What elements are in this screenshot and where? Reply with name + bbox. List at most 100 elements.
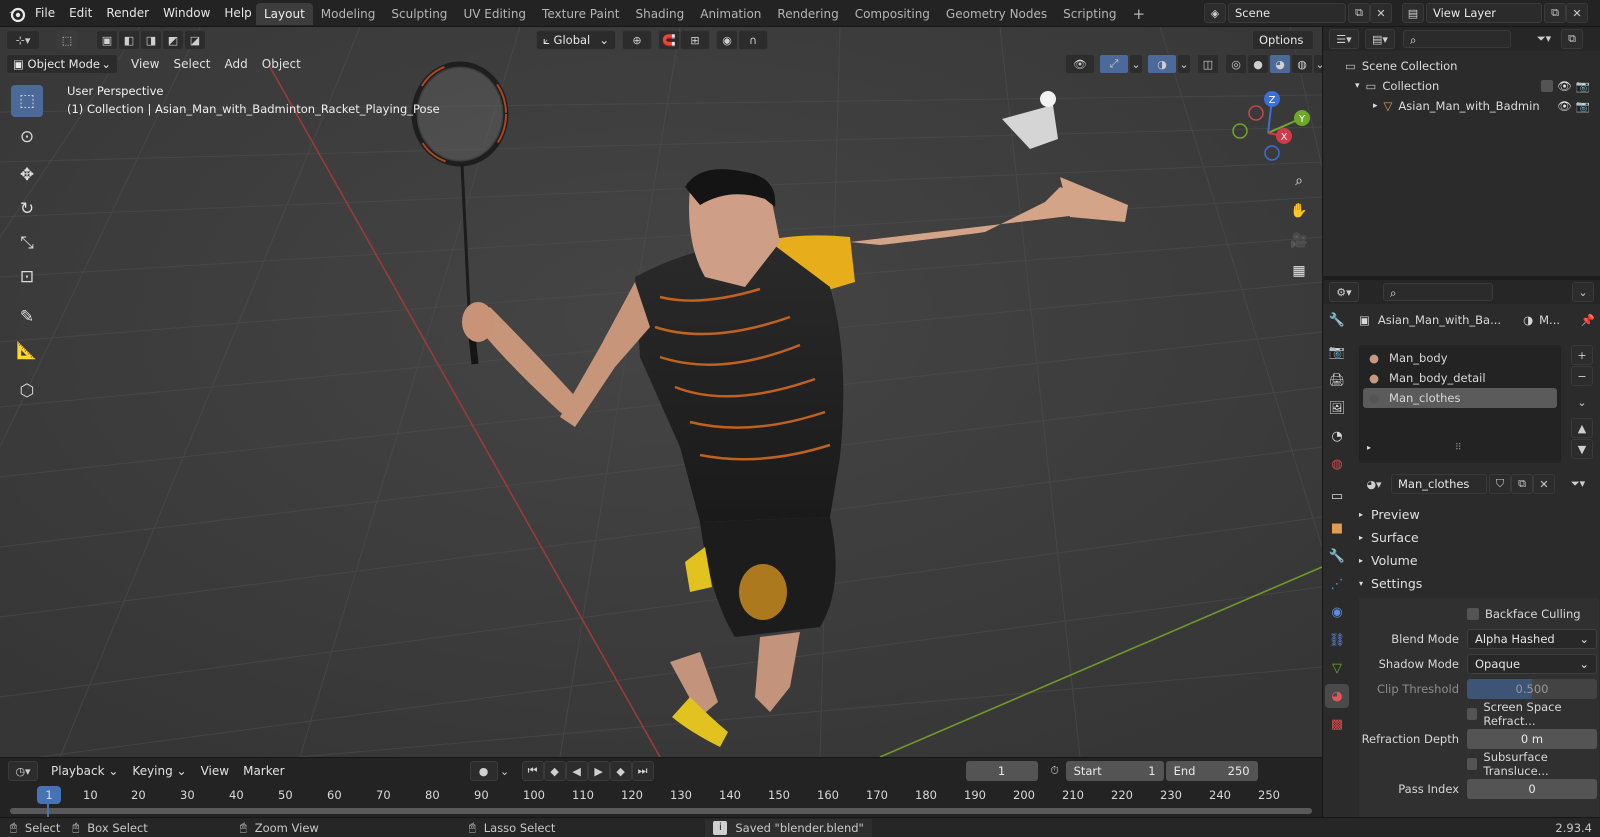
select-extend-icon[interactable]: ◧ xyxy=(118,30,140,50)
panel-surface[interactable]: ▸ Surface xyxy=(1359,526,1599,549)
outliner-collection-row[interactable]: ▾ ▭ Collection 👁 📷 xyxy=(1345,76,1600,96)
add-slot-icon[interactable]: + xyxy=(1571,345,1593,365)
jump-start-icon[interactable]: ⏮ xyxy=(521,761,544,781)
browse-material-icon[interactable]: ◕▾ xyxy=(1359,474,1389,494)
subsurface-translucency-row[interactable]: Subsurface Transluce... xyxy=(1359,750,1599,778)
rendered-shading-icon[interactable]: ◍ xyxy=(1291,54,1313,74)
ssr-checkbox[interactable] xyxy=(1467,708,1478,720)
menu-add[interactable]: Add xyxy=(218,54,255,74)
panel-settings[interactable]: ▾ Settings xyxy=(1359,572,1599,595)
play-reverse-icon[interactable]: ◀ xyxy=(565,761,588,781)
backface-culling-checkbox[interactable] xyxy=(1467,608,1479,620)
select-intersect-icon[interactable]: ◪ xyxy=(184,30,206,50)
material-name-field[interactable]: Man_clothes xyxy=(1391,474,1487,494)
material-slot-2[interactable]: ● Man_clothes xyxy=(1363,388,1557,408)
texture-tab-icon[interactable]: ▩ xyxy=(1325,712,1349,736)
constraints-tab-icon[interactable]: ⛓ xyxy=(1325,628,1349,652)
gizmo-toggle-icon[interactable]: ⤢ xyxy=(1099,54,1129,74)
scene-tab-icon[interactable]: ◔ xyxy=(1325,424,1349,448)
play-icon[interactable]: ▶ xyxy=(587,761,610,781)
3d-viewport[interactable]: ⊹▾ ⬚ ▣ ◧ ◨ ◩ ◪ ⟀ Global ⌄ ⊕ 🧲 ⊞ ◉ ∩ Optio… xyxy=(0,27,1322,757)
cursor-icon[interactable]: ⊙ xyxy=(11,121,43,153)
material-slot-0[interactable]: ● Man_body xyxy=(1363,348,1557,368)
blend-mode-dropdown[interactable]: Alpha Hashed ⌄ xyxy=(1467,629,1597,649)
proportional-edit-icon[interactable]: ◉ xyxy=(716,30,738,50)
move-up-icon[interactable]: ▲ xyxy=(1571,418,1593,438)
eye-icon[interactable]: 👁 xyxy=(1557,76,1572,96)
blender-logo-icon[interactable] xyxy=(8,5,26,23)
data-tab-icon[interactable]: ▽ xyxy=(1325,656,1349,680)
outliner-object-row[interactable]: ▸ ▽ Asian_Man_with_Badmin 👁 📷 xyxy=(1345,96,1600,116)
world-tab-icon[interactable]: ◍ xyxy=(1325,452,1349,476)
menu-select[interactable]: Select xyxy=(166,54,217,74)
refraction-depth-field[interactable]: 0 m xyxy=(1467,729,1597,749)
annotate-icon[interactable]: ✎ xyxy=(11,301,43,333)
select-invert-icon[interactable]: ◩ xyxy=(162,30,184,50)
filter-icon[interactable]: ⏷▾ xyxy=(1529,29,1559,49)
chevron-down-icon[interactable]: ⌄ xyxy=(1572,282,1594,302)
tab-texture-paint[interactable]: Texture Paint xyxy=(534,3,627,25)
stopwatch-icon[interactable]: ⏱ xyxy=(1044,761,1066,781)
collection-tab-icon[interactable]: ▭ xyxy=(1325,484,1349,508)
material-shading-icon[interactable]: ◕ xyxy=(1269,54,1291,74)
snap-icon[interactable]: 🧲 xyxy=(658,30,680,50)
sss-checkbox[interactable] xyxy=(1467,758,1478,770)
resize-handle-icon[interactable]: ⠿ xyxy=(1455,443,1462,453)
transform-orientation-dropdown[interactable]: ⟀ Global ⌄ xyxy=(536,30,616,50)
menu-keying[interactable]: Keying ⌄ xyxy=(125,761,193,781)
clip-threshold-slider[interactable]: 0.500 xyxy=(1467,679,1597,699)
outliner-editor-icon[interactable]: ☰▾ xyxy=(1329,29,1359,49)
chevron-down-icon[interactable]: ⌄ xyxy=(498,761,512,781)
slot-specials-icon[interactable]: ⌄ xyxy=(1571,392,1593,412)
pan-hand-icon[interactable]: ✋ xyxy=(1286,198,1312,224)
display-mode-icon[interactable]: ▤▾ xyxy=(1365,29,1395,49)
view-layer-tab-icon[interactable]: 🖼 xyxy=(1325,396,1349,420)
snap-target-icon[interactable]: ⊞ xyxy=(680,30,710,50)
record-icon[interactable]: ● xyxy=(469,761,498,781)
delete-view-layer-icon[interactable]: ✕ xyxy=(1566,3,1588,23)
jump-end-icon[interactable]: ⏭ xyxy=(631,761,654,781)
filter-icon[interactable]: ⏷▾ xyxy=(1563,474,1593,494)
prev-keyframe-icon[interactable]: ◆ xyxy=(543,761,566,781)
screen-space-refraction-row[interactable]: Screen Space Refract... xyxy=(1359,700,1599,728)
tab-layout[interactable]: Layout xyxy=(256,3,313,25)
navigation-gizmo[interactable]: Z Y X xyxy=(1220,85,1310,175)
material-tab-icon[interactable]: ◕ xyxy=(1325,684,1349,708)
view-layer-icon[interactable]: ▤ xyxy=(1402,3,1424,23)
menu-view[interactable]: View xyxy=(124,54,166,74)
panel-preview[interactable]: ▸ Preview xyxy=(1359,503,1599,526)
delete-scene-icon[interactable]: ✕ xyxy=(1370,3,1392,23)
duplicate-material-icon[interactable]: ⧉ xyxy=(1511,474,1533,494)
menu-window[interactable]: Window xyxy=(156,0,217,27)
rotate-icon[interactable]: ↻ xyxy=(11,193,43,225)
menu-file[interactable]: File xyxy=(28,0,62,27)
chevron-down-icon[interactable]: ⌄ xyxy=(1177,54,1191,74)
fake-user-shield-icon[interactable]: ⛉ xyxy=(1489,474,1511,494)
editor-type-icon[interactable]: ⊹▾ xyxy=(6,30,40,50)
material-slot-1[interactable]: ● Man_body_detail xyxy=(1363,368,1557,388)
frame-ruler[interactable]: 1 10 20 30 40 50 60 70 80 90 100 110 120… xyxy=(10,786,1310,804)
menu-marker[interactable]: Marker xyxy=(236,761,291,781)
timeline-scrollbar[interactable] xyxy=(10,808,1312,814)
scrollbar-thumb[interactable] xyxy=(10,808,1312,814)
visibility-icon[interactable]: 👁 xyxy=(1065,54,1095,74)
chevron-down-icon[interactable]: ⌄ xyxy=(1129,54,1143,74)
pivot-point-icon[interactable]: ⊕ xyxy=(622,30,652,50)
add-cube-icon[interactable]: ⬡ xyxy=(11,375,43,407)
tab-rendering[interactable]: Rendering xyxy=(769,3,846,25)
eye-icon[interactable]: 👁 xyxy=(1557,96,1572,116)
collection-exclude-checkbox[interactable] xyxy=(1541,80,1554,92)
select-box-icon[interactable]: ⬚ xyxy=(11,85,43,117)
perspective-grid-icon[interactable]: ▦ xyxy=(1286,258,1312,284)
new-view-layer-icon[interactable]: ⧉ xyxy=(1544,3,1566,23)
tab-compositing[interactable]: Compositing xyxy=(847,3,938,25)
menu-edit[interactable]: Edit xyxy=(62,0,99,27)
pass-index-field[interactable]: 0 xyxy=(1467,779,1597,799)
output-tab-icon[interactable]: 🖨 xyxy=(1325,368,1349,392)
expand-arrow-icon[interactable]: ▸ xyxy=(1367,443,1371,452)
current-frame-field[interactable]: 1 xyxy=(965,761,1038,781)
tab-shading[interactable]: Shading xyxy=(627,3,692,25)
new-scene-icon[interactable]: ⧉ xyxy=(1348,3,1370,23)
view-layer-field[interactable]: View Layer xyxy=(1426,3,1542,23)
tab-uv-editing[interactable]: UV Editing xyxy=(455,3,534,25)
